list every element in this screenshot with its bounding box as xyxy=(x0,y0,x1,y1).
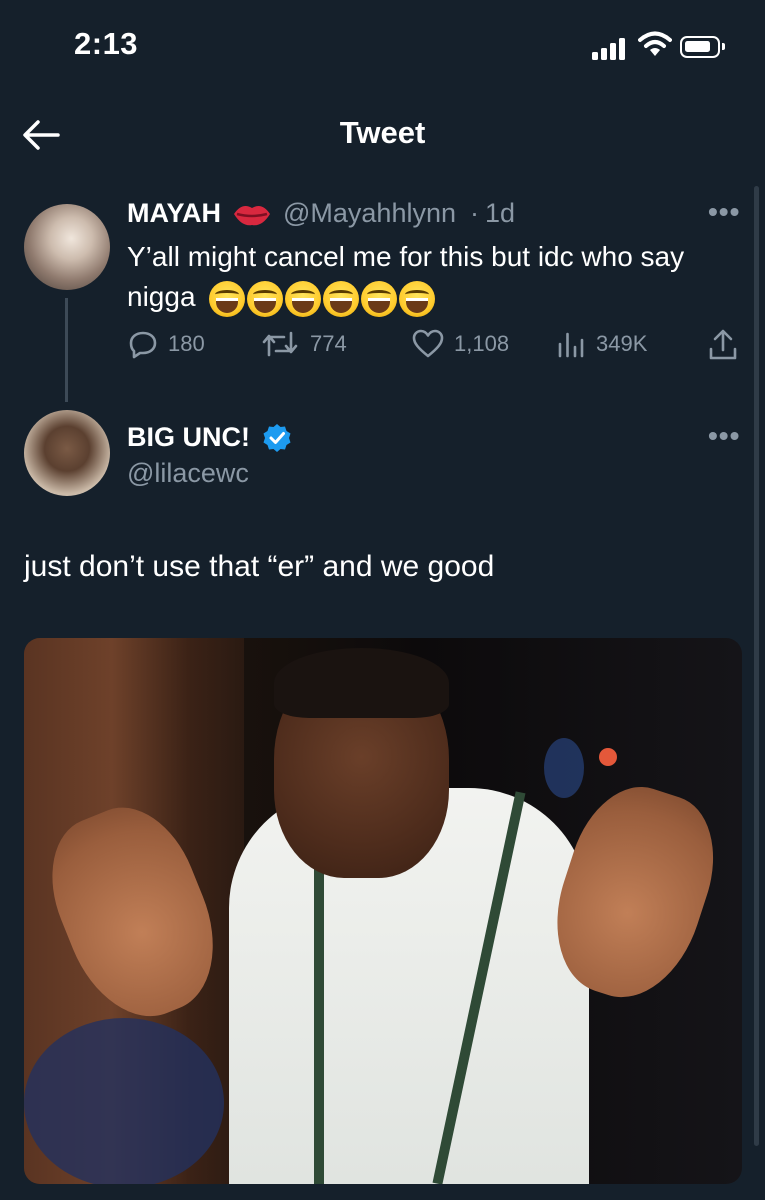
share-icon xyxy=(709,329,737,360)
signal-icon xyxy=(592,36,626,60)
avatar[interactable] xyxy=(24,410,110,496)
author-handle[interactable]: @Mayahhlynn xyxy=(283,198,456,229)
like-count: 1,108 xyxy=(454,331,510,356)
views-count: 349K xyxy=(596,331,648,356)
reply-count: 180 xyxy=(168,331,205,356)
photo-light xyxy=(24,1018,224,1184)
share-button[interactable] xyxy=(708,329,738,361)
emoji-row xyxy=(209,280,436,317)
more-options-icon[interactable]: ••• xyxy=(708,196,740,228)
photo-light xyxy=(599,748,617,766)
photo-light xyxy=(544,738,584,798)
retweet-icon xyxy=(262,331,298,357)
tweet-age: 1d xyxy=(485,198,516,228)
reply-icon xyxy=(129,331,157,359)
reply-button[interactable]: 180 xyxy=(128,329,205,359)
status-time: 2:13 xyxy=(74,26,139,61)
avatar[interactable] xyxy=(24,204,110,290)
laughing-emoji xyxy=(323,280,360,317)
separator-dot: · xyxy=(470,198,479,228)
scrollbar[interactable] xyxy=(754,186,759,1146)
more-options-icon[interactable]: ••• xyxy=(708,420,740,452)
thread-line xyxy=(65,298,68,402)
lips-icon xyxy=(232,199,272,234)
laughing-emoji xyxy=(361,280,398,317)
verified-badge-icon xyxy=(262,423,292,458)
tweet-image[interactable] xyxy=(24,638,742,1184)
battery-icon xyxy=(680,36,725,58)
laughing-emoji xyxy=(209,280,246,317)
like-icon xyxy=(412,329,444,358)
author-handle[interactable]: @lilacewc xyxy=(127,458,249,489)
like-button[interactable]: 1,108 xyxy=(412,329,509,359)
page-title: Tweet xyxy=(339,115,426,150)
views-button[interactable]: 349K xyxy=(556,329,647,359)
photo-hair xyxy=(274,648,449,718)
tweet-text: Y’all might cancel me for this but idc w… xyxy=(127,237,747,317)
views-icon xyxy=(558,332,584,358)
laughing-emoji xyxy=(399,280,436,317)
retweet-button[interactable]: 774 xyxy=(260,329,347,359)
author-name[interactable]: MAYAH xyxy=(127,198,221,229)
laughing-emoji xyxy=(285,280,322,317)
laughing-emoji xyxy=(247,280,284,317)
retweet-count: 774 xyxy=(310,331,347,356)
wifi-icon xyxy=(638,30,672,63)
author-name[interactable]: BIG UNC! xyxy=(127,422,250,453)
tweet-text: just don’t use that “er” and we good xyxy=(24,550,495,583)
